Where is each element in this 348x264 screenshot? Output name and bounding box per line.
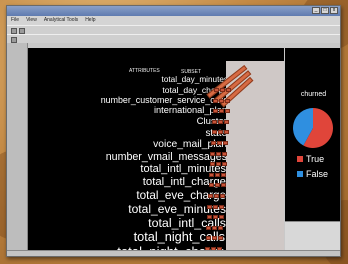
subset-bar-cell <box>213 109 218 114</box>
window-titlebar: _ □ x <box>7 6 340 16</box>
subset-bar-cell <box>221 172 226 177</box>
attribute-label[interactable]: number_vmail_messages <box>106 152 227 163</box>
3d-visualization-canvas[interactable]: ATTRIBUTES SUBSET total_day_minutes total… <box>28 48 284 255</box>
toolbar-button-3[interactable] <box>11 36 17 43</box>
maximize-button[interactable]: □ <box>321 7 329 14</box>
subset-bar-cell <box>208 194 213 198</box>
menu-file[interactable]: File <box>11 16 19 25</box>
legend-item-false[interactable]: False <box>297 169 328 179</box>
subset-bar-cell <box>218 130 223 135</box>
legend-title: churned <box>300 91 327 98</box>
churn-pie-chart <box>293 108 333 148</box>
menu-bar: File View Analytical Tools Help <box>7 16 340 25</box>
subset-bar-cell <box>213 204 218 209</box>
subset-bar-cell <box>223 141 228 145</box>
attribute-label[interactable]: total_day_minutes <box>162 75 228 84</box>
subset-bar-cell <box>210 162 215 167</box>
legend-true-label: True <box>306 154 325 164</box>
subset-bar-cell <box>219 215 224 220</box>
minimize-button[interactable]: _ <box>312 7 320 14</box>
subset-bar-cell <box>214 88 219 92</box>
subset-bar-cell <box>210 151 215 156</box>
subset-bar-cell <box>220 194 225 198</box>
subset-bar-cell <box>211 141 216 145</box>
subset-bar-cell <box>218 236 223 241</box>
subset-bar-cell <box>216 151 221 156</box>
legend-item-true[interactable]: True <box>297 154 324 164</box>
subset-bar-cell <box>220 88 225 92</box>
toolbar-row-1 <box>7 25 340 34</box>
subset-bar-cell <box>212 130 217 135</box>
true-swatch <box>297 156 303 162</box>
subset-bar-cell <box>207 215 212 220</box>
subset-bar-cell <box>224 119 229 124</box>
false-swatch <box>297 171 303 177</box>
subset-bar-cell <box>222 162 227 167</box>
subset-bar-cell <box>212 119 217 124</box>
subset-bar-cell <box>222 151 227 156</box>
subset-bar-cell <box>216 162 221 167</box>
subset-bar-cell <box>224 130 229 135</box>
subset-bar-cell <box>209 183 214 188</box>
subset-bar-cell <box>226 88 231 92</box>
subset-bar-cell <box>225 98 230 103</box>
menu-help[interactable]: Help <box>85 16 95 25</box>
attributes-column-header: ATTRIBUTES <box>129 68 160 74</box>
subset-bar-cell <box>215 172 220 177</box>
menu-analytical-tools[interactable]: Analytical Tools <box>44 16 78 25</box>
app-window: _ □ x File View Analytical Tools Help AT… <box>6 5 341 257</box>
subset-bar-cell <box>206 225 211 230</box>
close-button[interactable]: x <box>330 7 338 14</box>
subset-bar-cell <box>207 204 212 209</box>
subset-bar-cell <box>206 236 211 241</box>
subset-bar-cell <box>214 194 219 198</box>
toolbar-row-2 <box>7 34 340 43</box>
subset-bar-cell <box>213 98 218 103</box>
status-bar <box>7 250 340 256</box>
subset-bar-cell <box>219 98 224 103</box>
subset-bar-cell <box>221 183 226 188</box>
subset-bar-cell <box>213 215 218 220</box>
subset-bar-cell <box>219 204 224 209</box>
toolbar-button-2[interactable] <box>19 27 25 34</box>
subset-bar-cell <box>219 109 224 114</box>
subset-bar-cell <box>218 225 223 230</box>
subset-bar-cell <box>209 172 214 177</box>
subset-bar-cell <box>212 225 217 230</box>
toolbar-button-1[interactable] <box>11 27 17 34</box>
menu-view[interactable]: View <box>26 16 37 25</box>
subset-bar-cell <box>225 109 230 114</box>
subset-bar-cell <box>215 183 220 188</box>
subset-bar-cell <box>217 141 222 145</box>
left-sidebar <box>7 43 28 255</box>
legend-false-label: False <box>306 169 329 179</box>
subset-bar-cell <box>218 119 223 124</box>
subset-bar-cell <box>212 236 217 241</box>
